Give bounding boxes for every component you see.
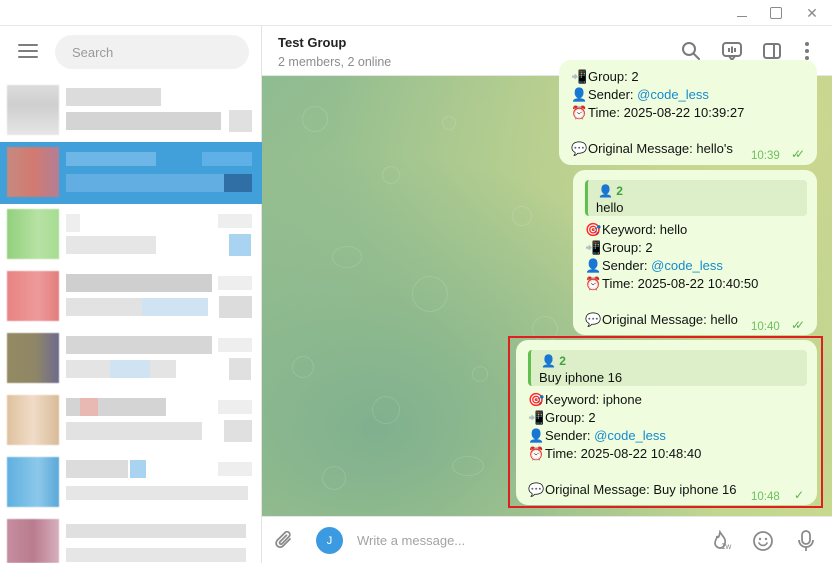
reply-quote[interactable]: 👤 2 Buy iphone 16 (528, 350, 807, 386)
emoji-icon[interactable] (750, 528, 776, 554)
speech-bubble-emoji-icon: 💬 (585, 312, 602, 327)
search-box[interactable] (55, 35, 249, 69)
avatar (7, 395, 59, 445)
bust-emoji-icon: 👤 (571, 87, 588, 102)
phone-emoji-icon: 📲 (571, 69, 588, 84)
chat-list-sidebar (0, 26, 262, 563)
bust-emoji-icon: 👤 (528, 428, 545, 443)
alarm-clock-emoji-icon: ⏰ (585, 276, 602, 291)
read-checks-icon: ✓✓ (791, 318, 805, 332)
message-bubble[interactable]: 👤 2 hello 🎯Keyword: hello 📲Group: 2 👤Sen… (573, 170, 817, 335)
message-composer: J 1w (262, 516, 832, 563)
alarm-clock-emoji-icon: ⏰ (528, 446, 545, 461)
avatar (7, 147, 59, 197)
avatar (7, 519, 59, 563)
chat-list-item[interactable] (0, 514, 262, 563)
schedule-fire-icon[interactable]: 1w (705, 528, 735, 554)
phone-emoji-icon: 📲 (528, 410, 545, 425)
menu-icon[interactable] (18, 44, 38, 58)
target-emoji-icon: 🎯 (585, 222, 602, 237)
speech-bubble-emoji-icon: 💬 (528, 482, 545, 497)
sender-mention-link[interactable]: @code_less (637, 87, 709, 102)
sender-mention-link[interactable]: @code_less (651, 258, 723, 273)
avatar (7, 85, 59, 135)
chat-list-item[interactable] (0, 266, 262, 328)
schedule-badge: 1w (721, 542, 732, 551)
search-icon[interactable] (680, 40, 702, 62)
window-titlebar: ✕ (0, 0, 832, 26)
bust-emoji-icon: 👤 (585, 258, 602, 273)
sender-mention-link[interactable]: @code_less (594, 428, 666, 443)
search-input[interactable] (72, 44, 249, 60)
read-checks-icon: ✓✓ (791, 147, 805, 161)
chat-list-item[interactable] (0, 452, 262, 514)
alarm-clock-emoji-icon: ⏰ (571, 105, 588, 120)
speech-bubble-emoji-icon: 💬 (571, 141, 588, 156)
message-time: 10:48 (751, 491, 780, 503)
message-input[interactable] (357, 529, 687, 551)
avatar (7, 457, 59, 507)
reply-quote[interactable]: 👤 2 hello (585, 180, 807, 216)
send-as-avatar[interactable]: J (316, 527, 343, 554)
message-bubble[interactable]: 👤 2 Buy iphone 16 🎯Keyword: iphone 📲Grou… (516, 340, 817, 505)
message-time: 10:39 (751, 150, 780, 162)
chat-list-item[interactable] (0, 80, 262, 142)
target-emoji-icon: 🎯 (528, 392, 545, 407)
live-stream-icon[interactable] (721, 40, 743, 62)
avatar (7, 271, 59, 321)
user-icon: 👤 (598, 184, 613, 198)
user-icon: 👤 (541, 354, 556, 368)
chat-list-item[interactable] (0, 204, 262, 266)
microphone-icon[interactable] (793, 528, 819, 554)
close-button[interactable]: ✕ (794, 0, 830, 26)
chat-list-item-active[interactable] (0, 142, 262, 204)
chat-title[interactable]: Test Group (278, 35, 346, 50)
message-bubble[interactable]: 📲Group: 2 👤Sender: @code_less ⏰Time: 202… (559, 60, 817, 165)
chat-list-item[interactable] (0, 390, 262, 452)
maximize-button[interactable] (758, 0, 794, 26)
avatar (7, 209, 59, 259)
sent-check-icon: ✓ (794, 488, 805, 502)
message-time: 10:40 (751, 321, 780, 333)
more-vertical-icon[interactable] (796, 40, 818, 62)
chat-status: 2 members, 2 online (278, 55, 392, 69)
avatar (7, 333, 59, 383)
phone-emoji-icon: 📲 (585, 240, 602, 255)
chat-list-item[interactable] (0, 328, 262, 390)
attach-icon[interactable] (272, 528, 298, 554)
minimize-button[interactable] (724, 0, 760, 26)
sidebar-toggle-icon[interactable] (761, 40, 783, 62)
